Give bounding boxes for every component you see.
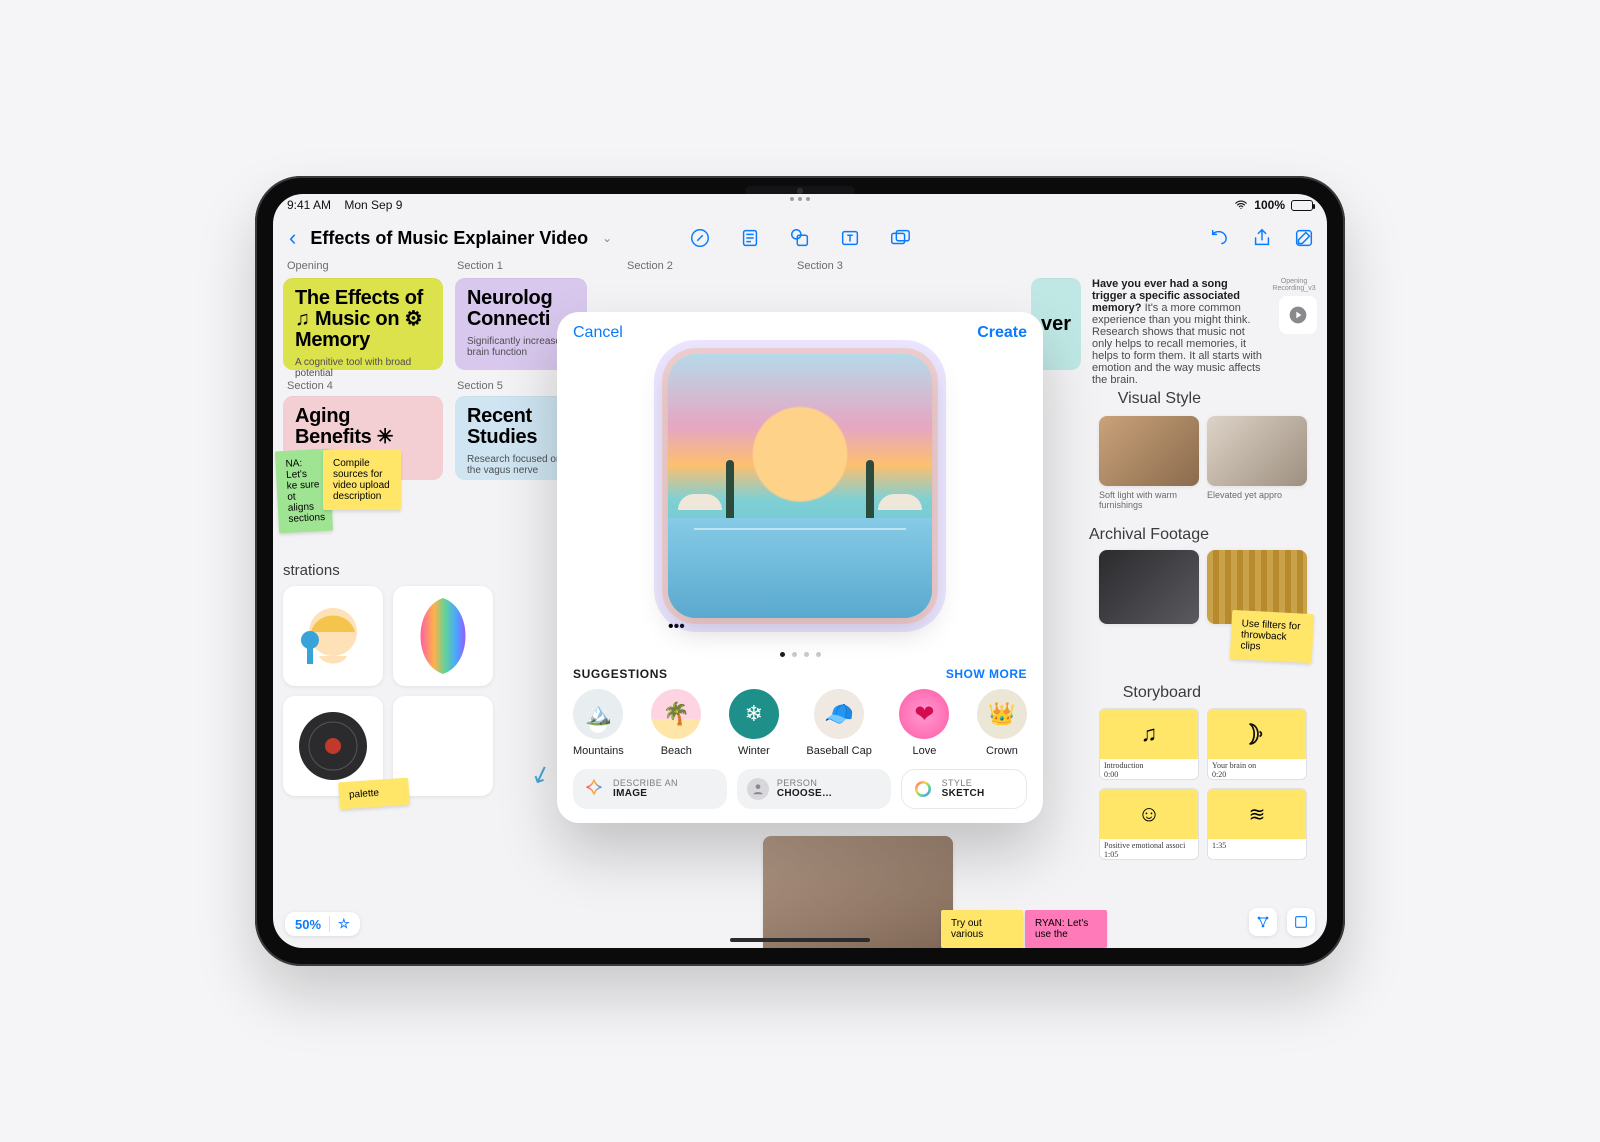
- toolbar: ‹ Effects of Music Explainer Video ⌄: [273, 216, 1327, 260]
- storyboard-heading: Storyboard: [1123, 684, 1201, 702]
- archival-thumb-1[interactable]: [1099, 550, 1199, 624]
- zoom-favorite-icon[interactable]: ☆: [329, 916, 350, 932]
- memory-text-card[interactable]: Have you ever had a song trigger a speci…: [1092, 278, 1317, 386]
- sticky-filters[interactable]: Use filters for throwback clips: [1230, 610, 1314, 663]
- section-label-5: Section 5: [457, 380, 503, 392]
- shapes-tool-icon[interactable]: [789, 227, 811, 249]
- section-label-3: Section 3: [797, 260, 843, 272]
- visual-cap-1: Soft light with warm furnishings: [1099, 490, 1199, 510]
- multitask-dots[interactable]: [790, 197, 810, 201]
- battery-percent: 100%: [1254, 198, 1285, 212]
- storyboard-frame-3[interactable]: ☺ Positive emotional associ1:05: [1099, 788, 1199, 860]
- card-opening-title: The Effects of ♫ Music on ⚙︎ Memory: [295, 288, 431, 351]
- section-label-opening: Opening: [287, 260, 329, 272]
- suggestion-crown[interactable]: 👑 Crown: [977, 689, 1027, 757]
- battery-icon: [1291, 200, 1313, 211]
- storyboard-frame-1[interactable]: ♫ Introduction0:00: [1099, 708, 1199, 780]
- storyboard-frame-2[interactable]: Your brain on0:20: [1207, 708, 1307, 780]
- card-opening-sub: A cognitive tool with broad potential: [295, 357, 431, 379]
- cancel-button[interactable]: Cancel: [573, 324, 623, 342]
- suggestions-row: 🏔️ Mountains 🌴 Beach ❄ Winter 🧢 Baseball…: [557, 689, 1043, 757]
- storyboard-frame-4[interactable]: ≋ 1:35: [1207, 788, 1307, 860]
- suggestion-winter[interactable]: ❄ Winter: [729, 689, 779, 757]
- text-frame-tool-icon[interactable]: [839, 227, 861, 249]
- heart-icon: ❤: [914, 700, 934, 729]
- toolbar-center: [689, 227, 911, 249]
- bottom-right-controls: [1249, 908, 1315, 936]
- archival-heading: Archival Footage: [1089, 526, 1209, 544]
- describe-image-pill[interactable]: DESCRIBE ANIMAGE: [573, 769, 727, 809]
- visual-style-thumb-1[interactable]: [1099, 416, 1199, 486]
- suggestion-beach[interactable]: 🌴 Beach: [651, 689, 701, 757]
- play-recording-button[interactable]: [1279, 296, 1317, 334]
- palm-icon: 🌴: [663, 701, 690, 727]
- graph-view-button[interactable]: [1249, 908, 1277, 936]
- status-bar: 9:41 AM Mon Sep 9 100%: [273, 194, 1327, 216]
- section-label-2: Section 2: [627, 260, 673, 272]
- card-section4-title: AgingBenefits ✳︎: [295, 406, 431, 448]
- hand-arrow-icon: ↙: [527, 757, 556, 791]
- share-button[interactable]: [1251, 227, 1273, 249]
- status-date: Mon Sep 9: [344, 198, 402, 212]
- snowflake-icon: ❄: [745, 701, 763, 727]
- status-left: 9:41 AM Mon Sep 9: [287, 198, 402, 212]
- illustration-thumb-1[interactable]: [283, 586, 383, 686]
- generated-image-preview[interactable]: [668, 354, 932, 618]
- zoom-value: 50%: [295, 917, 321, 932]
- suggestion-cap[interactable]: 🧢 Baseball Cap: [806, 689, 871, 757]
- sticky-compile[interactable]: Compile sources for video upload descrip…: [323, 450, 401, 510]
- person-icon: [747, 778, 769, 800]
- undo-button[interactable]: [1209, 227, 1231, 249]
- visual-style-heading: Visual Style: [1118, 390, 1201, 408]
- home-indicator[interactable]: [730, 938, 870, 942]
- suggestion-mountains[interactable]: 🏔️ Mountains: [573, 689, 624, 757]
- markup-tool-icon[interactable]: [689, 227, 711, 249]
- mountain-icon: 🏔️: [585, 701, 612, 727]
- illustration-thumb-2[interactable]: [393, 586, 493, 686]
- illustrations-heading: strations: [283, 562, 340, 579]
- image-tool-icon[interactable]: [889, 227, 911, 249]
- zoom-control[interactable]: 50% ☆: [285, 912, 360, 936]
- status-time: 9:41 AM: [287, 198, 331, 212]
- suggestion-love[interactable]: ❤ Love: [899, 689, 949, 757]
- style-pill[interactable]: STYLESKETCH: [901, 769, 1027, 809]
- memory-body: It's a more common experience than you m…: [1092, 302, 1262, 386]
- card-opening[interactable]: The Effects of ♫ Music on ⚙︎ Memory A co…: [283, 278, 443, 370]
- sparkle-icon: [583, 778, 605, 800]
- ipad-device: 9:41 AM Mon Sep 9 100% ‹ Effects of Musi…: [255, 176, 1345, 966]
- toolbar-right: [1209, 227, 1315, 249]
- sticky-ryan[interactable]: RYAN: Let's use the: [1025, 910, 1107, 948]
- photo-person[interactable]: [763, 836, 953, 948]
- sticky-tryout[interactable]: Try out various: [941, 910, 1023, 948]
- choose-person-pill[interactable]: PERSONCHOOSE…: [737, 769, 891, 809]
- back-button[interactable]: ‹: [285, 225, 300, 251]
- cap-icon: 🧢: [824, 700, 854, 729]
- screen: 9:41 AM Mon Sep 9 100% ‹ Effects of Musi…: [273, 194, 1327, 948]
- compose-button[interactable]: [1293, 227, 1315, 249]
- style-ring-icon: [912, 778, 934, 800]
- image-playground-sheet: Cancel Create ••• SUGGESTIONS SHOW M: [557, 312, 1043, 823]
- preview-more-button[interactable]: •••: [668, 618, 932, 636]
- show-more-button[interactable]: SHOW MORE: [946, 667, 1027, 681]
- wifi-icon: [1234, 198, 1248, 212]
- crown-icon: 👑: [988, 701, 1015, 727]
- board-title[interactable]: Effects of Music Explainer Video: [310, 228, 588, 249]
- section-label-4: Section 4: [287, 380, 333, 392]
- section-label-1: Section 1: [457, 260, 503, 272]
- note-tool-icon[interactable]: [739, 227, 761, 249]
- visual-style-thumb-2[interactable]: [1207, 416, 1307, 486]
- visual-cap-2: Elevated yet appro: [1207, 490, 1307, 500]
- status-right: 100%: [1234, 198, 1313, 212]
- suggestions-label: SUGGESTIONS: [573, 667, 668, 681]
- frame-view-button[interactable]: [1287, 908, 1315, 936]
- create-button[interactable]: Create: [977, 324, 1027, 342]
- preview-page-dots[interactable]: [557, 652, 1043, 657]
- title-chevron-icon[interactable]: ⌄: [602, 231, 612, 245]
- sticky-palette[interactable]: palette: [338, 778, 410, 810]
- recording-label: Opening Recording_v3: [1272, 278, 1315, 292]
